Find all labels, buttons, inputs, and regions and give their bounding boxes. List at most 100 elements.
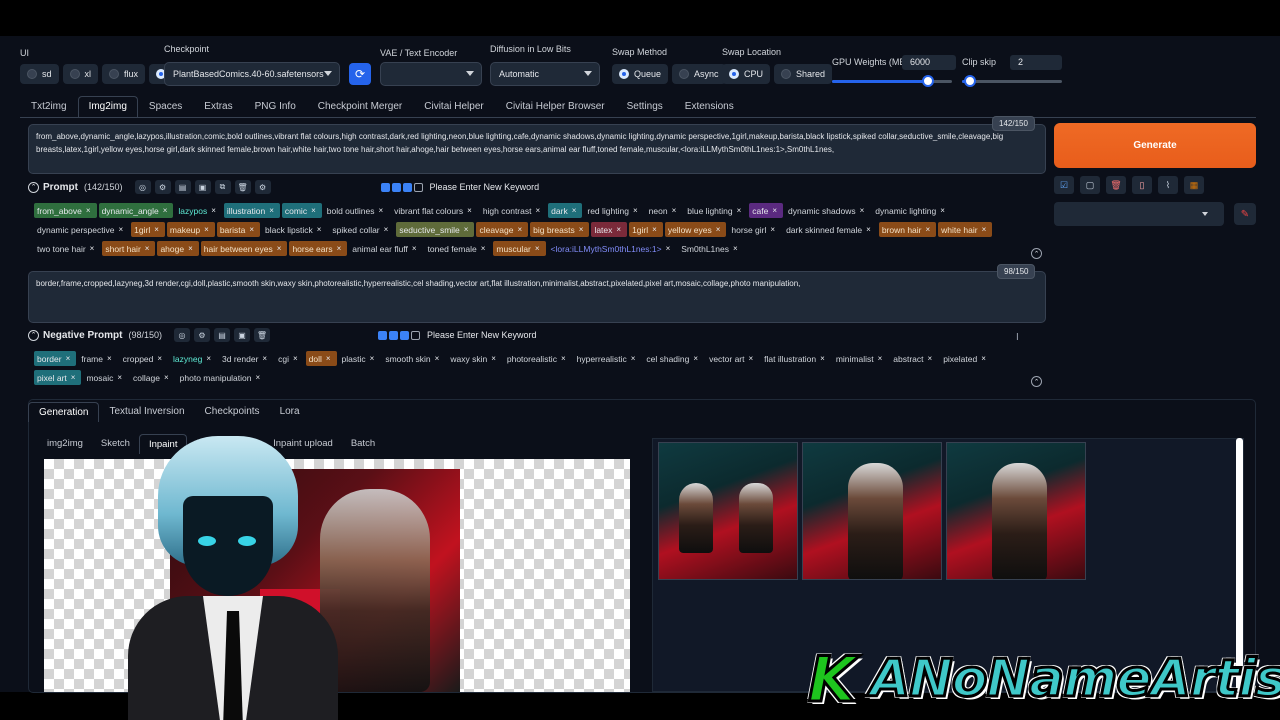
- prompt-tag[interactable]: black lipstick ×: [262, 222, 327, 237]
- remove-tag-icon[interactable]: ×: [866, 225, 871, 234]
- tab-settings[interactable]: Settings: [616, 96, 674, 118]
- globe-icon[interactable]: ◎: [134, 180, 151, 194]
- remove-tag-icon[interactable]: ×: [71, 373, 76, 382]
- prompt-tag[interactable]: doll ×: [305, 351, 337, 366]
- prompt-tag[interactable]: blue lighting ×: [684, 203, 747, 218]
- remove-tag-icon[interactable]: ×: [384, 225, 389, 234]
- remove-tag-icon[interactable]: ×: [693, 354, 698, 363]
- note-icon[interactable]: ▯: [1132, 176, 1152, 194]
- globe-icon[interactable]: ◎: [174, 328, 190, 342]
- gallery-thumbnail[interactable]: [946, 442, 1086, 580]
- prompt-tag[interactable]: yellow eyes ×: [664, 222, 727, 237]
- prompt-tag[interactable]: minimalist ×: [833, 351, 888, 366]
- neg-keyword-toggle-4[interactable]: [411, 330, 420, 340]
- prompt-tag[interactable]: dark ×: [548, 203, 583, 218]
- remove-tag-icon[interactable]: ×: [860, 206, 865, 215]
- remove-tag-icon[interactable]: ×: [481, 244, 486, 253]
- prompt-tag[interactable]: short hair ×: [102, 241, 156, 256]
- remove-tag-icon[interactable]: ×: [652, 225, 657, 234]
- prompt-tag[interactable]: cropped ×: [120, 351, 168, 366]
- square-icon[interactable]: ▢: [1080, 176, 1100, 194]
- trash-icon[interactable]: 🗑: [254, 328, 270, 342]
- remove-tag-icon[interactable]: ×: [467, 206, 472, 215]
- subtab-lora[interactable]: Lora: [270, 402, 310, 422]
- prompt-tag[interactable]: ahoge ×: [157, 241, 199, 256]
- prompt-tag[interactable]: brown hair ×: [878, 222, 937, 237]
- remove-tag-icon[interactable]: ×: [90, 244, 95, 253]
- neg-keyword-toggle-1[interactable]: [378, 330, 387, 340]
- remove-tag-icon[interactable]: ×: [154, 225, 159, 234]
- prompt-tag[interactable]: smooth skin ×: [382, 351, 445, 366]
- styles-dropdown[interactable]: [1054, 202, 1224, 226]
- prompt-tag[interactable]: white hair ×: [938, 222, 993, 237]
- remove-tag-icon[interactable]: ×: [204, 225, 209, 234]
- pin-icon[interactable]: ⌇: [1158, 176, 1178, 194]
- tab-extras[interactable]: Extras: [193, 96, 243, 118]
- tab-civitai-helper-browser[interactable]: Civitai Helper Browser: [495, 96, 616, 118]
- prompt-tag[interactable]: <lora:iLLMythSm0thL1nes:1> ×: [548, 241, 677, 256]
- prompt-tag[interactable]: big breasts ×: [530, 222, 590, 237]
- remove-tag-icon[interactable]: ×: [311, 206, 316, 215]
- prompt-tag[interactable]: waxy skin ×: [447, 351, 502, 366]
- prompt-tag[interactable]: dark skinned female ×: [783, 222, 877, 237]
- remove-tag-icon[interactable]: ×: [772, 206, 777, 215]
- remove-tag-icon[interactable]: ×: [157, 354, 162, 363]
- prompt-tag[interactable]: cleavage ×: [476, 222, 529, 237]
- prompt-tag[interactable]: photorealistic ×: [504, 351, 572, 366]
- tab-txt2img[interactable]: Txt2img: [20, 96, 78, 118]
- remove-tag-icon[interactable]: ×: [716, 225, 721, 234]
- gear-icon[interactable]: ⚙: [154, 180, 171, 194]
- remove-tag-icon[interactable]: ×: [981, 354, 986, 363]
- prompt-tag[interactable]: animal ear fluff ×: [349, 241, 422, 256]
- remove-tag-icon[interactable]: ×: [163, 206, 168, 215]
- mode-tab-img2img[interactable]: img2img: [38, 434, 92, 454]
- generate-button[interactable]: Generate: [1054, 123, 1256, 168]
- tab-png-info[interactable]: PNG Info: [244, 96, 307, 118]
- remove-tag-icon[interactable]: ×: [982, 225, 987, 234]
- prompt-tag[interactable]: cgi ×: [275, 351, 304, 366]
- keyword-toggle-4[interactable]: [413, 182, 423, 192]
- remove-tag-icon[interactable]: ×: [326, 354, 331, 363]
- tab-img2img[interactable]: Img2img: [77, 96, 138, 118]
- prompt-tag[interactable]: flat illustration ×: [761, 351, 831, 366]
- collapse-prompt-icon[interactable]: ⌃: [28, 181, 39, 193]
- trash-icon[interactable]: 🗑: [234, 180, 251, 194]
- prompt-tag[interactable]: vector art ×: [706, 351, 759, 366]
- prompt-tag[interactable]: red lighting ×: [584, 203, 643, 218]
- prompt-tag[interactable]: border ×: [34, 351, 77, 366]
- prompt-tag[interactable]: latex ×: [591, 222, 628, 237]
- remove-tag-icon[interactable]: ×: [378, 206, 383, 215]
- prompt-tag[interactable]: collage ×: [130, 370, 175, 385]
- brush-icon[interactable]: ✎: [1234, 203, 1256, 225]
- prompt-tag[interactable]: mosaic ×: [83, 370, 128, 385]
- prompt-tag[interactable]: plastic ×: [339, 351, 381, 366]
- prompt-tag[interactable]: photo manipulation ×: [177, 370, 267, 385]
- remove-tag-icon[interactable]: ×: [535, 206, 540, 215]
- remove-tag-icon[interactable]: ×: [107, 354, 112, 363]
- prompt-tag[interactable]: muscular ×: [493, 241, 546, 256]
- remove-tag-icon[interactable]: ×: [749, 354, 754, 363]
- remove-tag-icon[interactable]: ×: [66, 354, 71, 363]
- remove-tag-icon[interactable]: ×: [878, 354, 883, 363]
- subtab-generation[interactable]: Generation: [28, 402, 100, 422]
- remove-tag-icon[interactable]: ×: [820, 354, 825, 363]
- prompt-tag[interactable]: pixelated ×: [940, 351, 992, 366]
- subtab-textual-inversion[interactable]: Textual Inversion: [99, 402, 194, 422]
- gear-icon[interactable]: ⚙: [194, 328, 210, 342]
- prompt-tag[interactable]: lazyneg ×: [170, 351, 217, 366]
- prompt-tag[interactable]: hyperrealistic ×: [574, 351, 642, 366]
- gpu-weights-slider-handle[interactable]: [922, 75, 934, 87]
- prompt-tag[interactable]: Sm0thL1nes ×: [678, 241, 743, 256]
- remove-tag-icon[interactable]: ×: [412, 244, 417, 253]
- prompt-tag[interactable]: dynamic shadows ×: [785, 203, 870, 218]
- remove-tag-icon[interactable]: ×: [293, 354, 298, 363]
- gallery-thumbnail[interactable]: [658, 442, 798, 580]
- remove-tag-icon[interactable]: ×: [940, 206, 945, 215]
- negative-prompt-textarea[interactable]: border,frame,cropped,lazyneg,3d render,c…: [28, 271, 1046, 323]
- remove-tag-icon[interactable]: ×: [317, 225, 322, 234]
- tab-extensions[interactable]: Extensions: [674, 96, 745, 118]
- keyword-toggle-1[interactable]: [380, 182, 390, 192]
- prompt-tag[interactable]: lazypos ×: [175, 203, 222, 218]
- prompt-tag[interactable]: pixel art ×: [34, 370, 82, 385]
- ui-radio-xl[interactable]: xl: [62, 64, 99, 84]
